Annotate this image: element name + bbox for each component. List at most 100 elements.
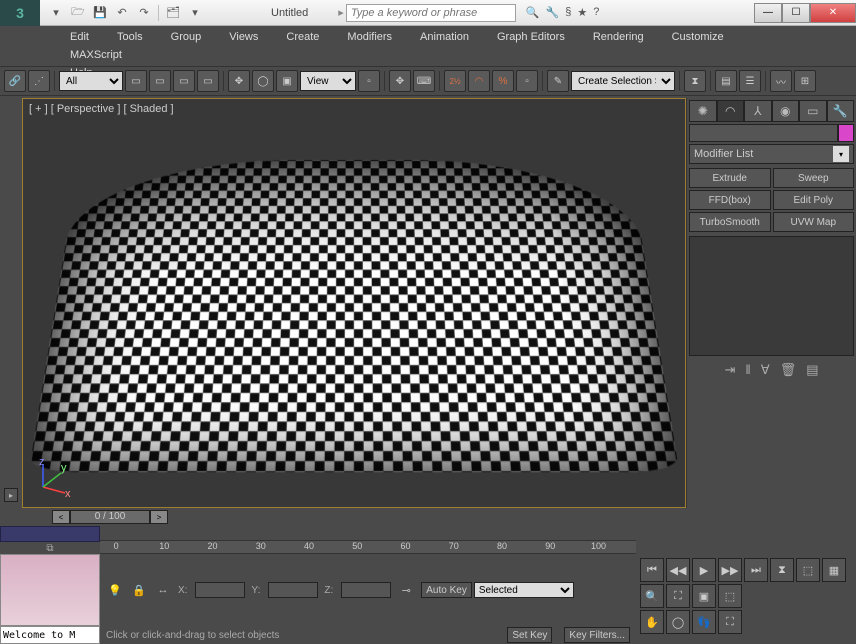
link-icon[interactable]: 🔗 bbox=[4, 70, 26, 92]
search-input[interactable] bbox=[346, 4, 516, 22]
configure-sets-icon[interactable]: ▤ bbox=[806, 362, 818, 378]
object-color-swatch[interactable] bbox=[838, 124, 854, 142]
goto-start-icon[interactable]: ⏮ bbox=[640, 558, 664, 582]
menu-group[interactable]: Group bbox=[157, 28, 216, 46]
favorites-icon[interactable]: ★ bbox=[577, 6, 587, 19]
select-name-icon[interactable]: ▭ bbox=[149, 70, 171, 92]
pin-stack-icon[interactable]: ⇥ bbox=[725, 362, 736, 378]
viewport-config-button[interactable]: ▸ bbox=[4, 488, 18, 502]
track-view-button[interactable] bbox=[0, 526, 100, 542]
open-file-icon[interactable]: 🗁 bbox=[68, 3, 88, 23]
set-key-big-icon[interactable]: ⊸ bbox=[397, 581, 415, 599]
viewport-perspective[interactable]: [ + ] [ Perspective ] [ Shaded ] z x y bbox=[22, 98, 686, 508]
menu-modifiers[interactable]: Modifiers bbox=[333, 28, 406, 46]
key-filter-combo[interactable]: Selected bbox=[474, 582, 574, 598]
curve-editor-icon[interactable]: 〰 bbox=[770, 70, 792, 92]
auto-key-button[interactable]: Auto Key bbox=[421, 582, 472, 598]
mod-turbosmooth-button[interactable]: TurboSmooth bbox=[689, 212, 771, 232]
qat-dropdown-icon[interactable]: ▾ bbox=[185, 3, 205, 23]
object-name-field[interactable] bbox=[689, 124, 838, 142]
snap-toggle-icon[interactable]: 2½ bbox=[444, 70, 466, 92]
schematic-icon[interactable]: ⊞ bbox=[794, 70, 816, 92]
orbit-icon[interactable]: ◯ bbox=[666, 610, 690, 634]
menu-animation[interactable]: Animation bbox=[406, 28, 483, 46]
zoom-region-icon[interactable]: ⬚ bbox=[718, 584, 742, 608]
save-file-icon[interactable]: 💾 bbox=[90, 3, 110, 23]
menu-graph-editors[interactable]: Graph Editors bbox=[483, 28, 579, 46]
lock-toggle-icon[interactable]: 💡 bbox=[106, 581, 124, 599]
frame-label[interactable]: 0 / 100 bbox=[70, 510, 150, 524]
angle-snap-icon[interactable]: ◠ bbox=[468, 70, 490, 92]
tab-utilities[interactable]: 🔧 bbox=[827, 100, 855, 122]
new-file-icon[interactable]: ▾ bbox=[46, 3, 66, 23]
modifier-list-combo[interactable]: Modifier List ▾ bbox=[689, 144, 854, 164]
spinner-snap-icon[interactable]: ▫ bbox=[516, 70, 538, 92]
edit-named-sel-icon[interactable]: ✎ bbox=[547, 70, 569, 92]
maximize-button[interactable]: ☐ bbox=[782, 3, 810, 23]
help-icon[interactable]: ? bbox=[593, 6, 599, 19]
menu-customize[interactable]: Customize bbox=[658, 28, 738, 46]
tab-hierarchy[interactable]: ⅄ bbox=[744, 100, 772, 122]
mirror-icon[interactable]: ⧗ bbox=[684, 70, 706, 92]
modifier-list-dropdown-icon[interactable]: ▾ bbox=[833, 146, 849, 162]
pivot-icon[interactable]: ▫ bbox=[358, 70, 380, 92]
project-icon[interactable]: 🗂 bbox=[163, 3, 183, 23]
menu-edit[interactable]: Edit bbox=[56, 28, 103, 46]
make-unique-icon[interactable]: ∀ bbox=[761, 362, 770, 378]
menu-views[interactable]: Views bbox=[215, 28, 272, 46]
mod-sweep-button[interactable]: Sweep bbox=[773, 168, 855, 188]
macro-recorder[interactable] bbox=[0, 554, 100, 626]
rotate-icon[interactable]: ◯ bbox=[252, 70, 274, 92]
next-frame-icon[interactable]: ▶▶ bbox=[718, 558, 742, 582]
time-ruler[interactable]: 0 10 20 30 40 50 60 70 80 90 100 bbox=[100, 540, 636, 554]
menu-create[interactable]: Create bbox=[272, 28, 333, 46]
listener-input[interactable]: Welcome to M bbox=[0, 626, 100, 644]
ref-coord-combo[interactable]: View bbox=[300, 71, 356, 91]
pan-icon[interactable]: ✋ bbox=[640, 610, 664, 634]
tab-motion[interactable]: ◉ bbox=[772, 100, 800, 122]
align-icon[interactable]: ▤ bbox=[715, 70, 737, 92]
key-filters-button[interactable]: Key Filters... bbox=[564, 627, 630, 643]
close-button[interactable]: ✕ bbox=[810, 3, 856, 23]
key-icon[interactable]: 🔧 bbox=[546, 6, 560, 19]
set-key-button[interactable]: Set Key bbox=[507, 627, 552, 643]
modifier-stack[interactable] bbox=[689, 236, 854, 356]
select-region-icon[interactable]: ▭ bbox=[173, 70, 195, 92]
goto-end-icon[interactable]: ⏭ bbox=[744, 558, 768, 582]
remove-modifier-icon[interactable]: 🗑 bbox=[780, 362, 797, 378]
frame-next-button[interactable]: > bbox=[150, 510, 168, 524]
layers-icon[interactable]: ☰ bbox=[739, 70, 761, 92]
show-end-result-icon[interactable]: ‖ bbox=[745, 362, 750, 378]
mod-editpoly-button[interactable]: Edit Poly bbox=[773, 190, 855, 210]
redo-icon[interactable]: ↷ bbox=[134, 3, 154, 23]
zoom-extents-icon[interactable]: ▣ bbox=[692, 584, 716, 608]
frame-prev-button[interactable]: < bbox=[52, 510, 70, 524]
manipulate-icon[interactable]: ✥ bbox=[389, 70, 411, 92]
scale-icon[interactable]: ▣ bbox=[276, 70, 298, 92]
time-slider-handle[interactable] bbox=[12, 510, 52, 524]
named-selection-combo[interactable]: Create Selection Se bbox=[571, 71, 675, 91]
sofa-model[interactable] bbox=[29, 160, 679, 473]
subscription-icon[interactable]: § bbox=[565, 6, 571, 19]
tab-modify[interactable]: ◠ bbox=[717, 100, 745, 122]
viewport-label[interactable]: [ + ] [ Perspective ] [ Shaded ] bbox=[29, 103, 174, 115]
unlink-icon[interactable]: ⋰ bbox=[28, 70, 50, 92]
play-icon[interactable]: ▶ bbox=[692, 558, 716, 582]
coord-x-field[interactable] bbox=[195, 582, 245, 598]
mini-curve-toggle[interactable]: ⧉ bbox=[0, 542, 100, 554]
menu-tools[interactable]: Tools bbox=[103, 28, 157, 46]
zoom-all-icon[interactable]: ⛶ bbox=[666, 584, 690, 608]
prev-frame-icon[interactable]: ◀◀ bbox=[666, 558, 690, 582]
selection-filter-combo[interactable]: All bbox=[59, 71, 123, 91]
app-icon[interactable]: 3 bbox=[0, 0, 40, 26]
minimize-button[interactable]: — bbox=[754, 3, 782, 23]
abs-rel-icon[interactable]: ↔ bbox=[154, 581, 172, 599]
isolate-icon[interactable]: ⬚ bbox=[796, 558, 820, 582]
percent-snap-icon[interactable]: % bbox=[492, 70, 514, 92]
select-object-icon[interactable]: ▭ bbox=[125, 70, 147, 92]
move-icon[interactable]: ✥ bbox=[228, 70, 250, 92]
zoom-icon[interactable]: 🔍 bbox=[640, 584, 664, 608]
maximize-viewport-icon[interactable]: ⛶ bbox=[718, 610, 742, 634]
mod-ffdbox-button[interactable]: FFD(box) bbox=[689, 190, 771, 210]
keyboard-shortcut-icon[interactable]: ⌨ bbox=[413, 70, 435, 92]
